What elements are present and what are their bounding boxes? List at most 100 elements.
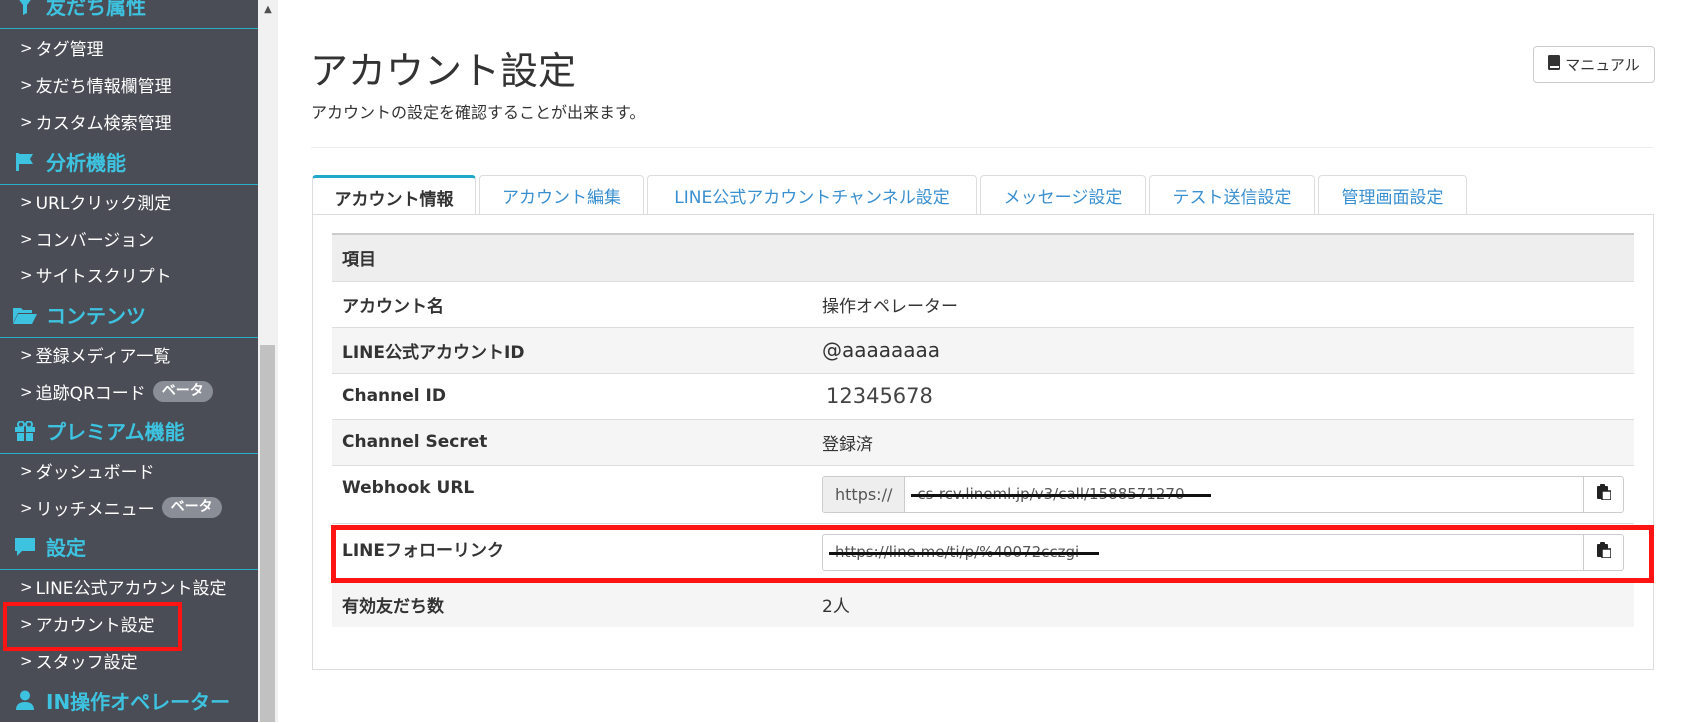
sidebar-section-settings[interactable]: 設定 [0, 524, 258, 570]
chevron-right-icon: > [20, 229, 33, 248]
sidebar-item-label: URLクリック測定 [35, 194, 172, 214]
tab-line-channel-settings[interactable]: LINE公式アカウントチャンネル設定 [647, 175, 977, 215]
sidebar-item-tracking-qr[interactable]: > 追跡QRコード ベータ [0, 373, 258, 410]
webhook-url-text[interactable]: cs-rcv.lineml.jp/v3/call/1588571270 [905, 477, 1583, 512]
beta-badge: ベータ [161, 497, 222, 518]
tab-label: テスト送信設定 [1172, 188, 1292, 208]
table-row: Channel Secret 登録済 [332, 418, 1634, 465]
sidebar-item-conversion[interactable]: > コンバージョン [0, 220, 258, 257]
row-key: 有効友だち数 [332, 580, 812, 627]
tab-label: LINE公式アカウントチャンネル設定 [674, 188, 950, 208]
sidebar-section-analytics[interactable]: 分析機能 [0, 139, 258, 185]
tab-label: アカウント情報 [334, 189, 454, 210]
tab-test-send-settings[interactable]: テスト送信設定 [1149, 175, 1315, 215]
sidebar-item-tag-management[interactable]: > タグ管理 [0, 29, 258, 66]
url-prefix: https:// [823, 476, 906, 512]
tab-label: メッセージ設定 [1003, 188, 1123, 208]
funnel-icon [12, 0, 38, 17]
sidebar-item-site-script[interactable]: > サイトスクリプト [0, 256, 258, 293]
page-subtitle: アカウントの設定を確認することが出来ます。 [311, 103, 646, 122]
sidebar-item-label: 友だち情報欄管理 [35, 77, 172, 97]
divider [311, 147, 1654, 148]
flag-icon [12, 151, 38, 173]
row-value: 登録済 [812, 418, 1634, 465]
sidebar-item-line-official-settings[interactable]: > LINE公式アカウント設定 [0, 568, 258, 605]
scrollbar-thumb[interactable] [260, 345, 275, 722]
highlight-box-follow-link [331, 525, 1654, 583]
row-value: 2人 [812, 580, 1634, 627]
sidebar-section-premium[interactable]: プレミアム機能 [0, 408, 258, 454]
table-row: Channel ID 12345678 [332, 372, 1634, 419]
tab-label: 管理画面設定 [1341, 188, 1444, 208]
tab-message-settings[interactable]: メッセージ設定 [980, 175, 1146, 215]
row-key: Channel ID [332, 372, 812, 419]
clipboard-icon [1596, 483, 1612, 505]
row-value-cell: https:// cs-rcv.lineml.jp/v3/call/158857… [812, 464, 1634, 523]
chevron-right-icon: > [20, 112, 33, 131]
row-value-cell: 12345678 [812, 372, 1634, 419]
manual-button-label: マニュアル [1565, 56, 1640, 74]
book-icon [1548, 55, 1561, 74]
user-icon [12, 689, 38, 711]
sidebar-section-operator[interactable]: IN操作オペレーター [0, 677, 258, 723]
manual-button[interactable]: マニュアル [1533, 46, 1655, 83]
sidebar-section-title: コンテンツ [46, 304, 146, 328]
sidebar-section-title: 設定 [46, 536, 86, 560]
sidebar-item-label: リッチメニュー [35, 500, 155, 520]
row-value: 操作オペレーター [812, 280, 1634, 327]
chevron-right-icon: > [20, 38, 33, 57]
sidebar-menu: 友だち属性 > タグ管理 > 友だち情報欄管理 > カスタム検索管理 分析機能 … [0, 0, 258, 722]
sidebar-item-url-click[interactable]: > URLクリック測定 [0, 183, 258, 220]
copy-webhook-url-button[interactable] [1583, 476, 1623, 512]
chevron-right-icon: > [20, 265, 33, 284]
sidebar-item-label: スタッフ設定 [35, 653, 138, 673]
tab-account-info[interactable]: アカウント情報 [312, 175, 476, 216]
table-row: Webhook URL https:// cs-rcv.lineml.jp/v3… [332, 464, 1634, 523]
sidebar-section-title: 分析機能 [46, 151, 126, 175]
chevron-right-icon: > [20, 577, 33, 596]
table-header-row: 項目 [332, 234, 1634, 281]
row-key: アカウント名 [332, 280, 812, 327]
sidebar-item-label: カスタム検索管理 [35, 114, 172, 134]
chevron-right-icon: > [20, 192, 33, 211]
row-key: Webhook URL [332, 464, 812, 523]
sidebar-item-custom-search[interactable]: > カスタム検索管理 [0, 103, 258, 140]
sidebar-item-rich-menu[interactable]: > リッチメニュー ベータ [0, 489, 258, 526]
sidebar-item-friend-info-fields[interactable]: > 友だち情報欄管理 [0, 66, 258, 103]
tab-panel-account-info: 項目 アカウント名 操作オペレーター LINE公式アカウントID @aaaaaa… [312, 214, 1654, 670]
sidebar-item-label: タグ管理 [35, 40, 104, 60]
chevron-right-icon: > [20, 382, 33, 401]
beta-badge: ベータ [152, 381, 213, 402]
tab-account-edit[interactable]: アカウント編集 [479, 175, 644, 215]
redaction-line [911, 494, 1211, 497]
table-row: LINE公式アカウントID @aaaaaaaa [332, 326, 1634, 373]
chevron-right-icon: > [20, 461, 33, 480]
sidebar-item-label: サイトスクリプト [35, 267, 172, 287]
sidebar-item-dashboard[interactable]: > ダッシュボード [0, 452, 258, 489]
chevron-right-icon: > [20, 345, 33, 364]
table-row: 有効友だち数 2人 [332, 580, 1634, 627]
chevron-right-icon: > [20, 75, 33, 94]
gift-icon [12, 420, 38, 442]
sidebar-item-label: LINE公式アカウント設定 [35, 579, 227, 599]
sidebar-scrollbar[interactable]: ▲ [258, 0, 278, 722]
sidebar-item-media-list[interactable]: > 登録メディア一覧 [0, 336, 258, 373]
tab-bar: アカウント情報 アカウント編集 LINE公式アカウントチャンネル設定 メッセージ… [312, 175, 1652, 216]
sidebar-section-friend-attributes[interactable]: 友だち属性 [0, 0, 258, 29]
webhook-url-field[interactable]: https:// cs-rcv.lineml.jp/v3/call/158857… [822, 475, 1624, 513]
row-key: Channel Secret [332, 418, 812, 465]
table-row: アカウント名 操作オペレーター [332, 280, 1634, 327]
highlight-box-account-settings [3, 602, 182, 651]
sidebar-item-label: 追跡QRコード [35, 384, 146, 404]
sidebar-item-label: 登録メディア一覧 [35, 347, 171, 367]
tab-admin-screen-settings[interactable]: 管理画面設定 [1318, 175, 1467, 215]
sidebar: 友だち属性 > タグ管理 > 友だち情報欄管理 > カスタム検索管理 分析機能 … [0, 0, 258, 722]
sidebar-item-label: コンバージョン [35, 231, 155, 251]
sidebar-item-label: ダッシュボード [35, 463, 155, 483]
scroll-up-arrow-icon[interactable]: ▲ [258, 0, 278, 18]
sidebar-section-title: 友だち属性 [46, 0, 146, 19]
folder-open-icon [12, 304, 38, 326]
sidebar-section-contents[interactable]: コンテンツ [0, 292, 258, 338]
row-key: LINE公式アカウントID [332, 326, 812, 373]
page-title: アカウント設定 [310, 49, 577, 93]
